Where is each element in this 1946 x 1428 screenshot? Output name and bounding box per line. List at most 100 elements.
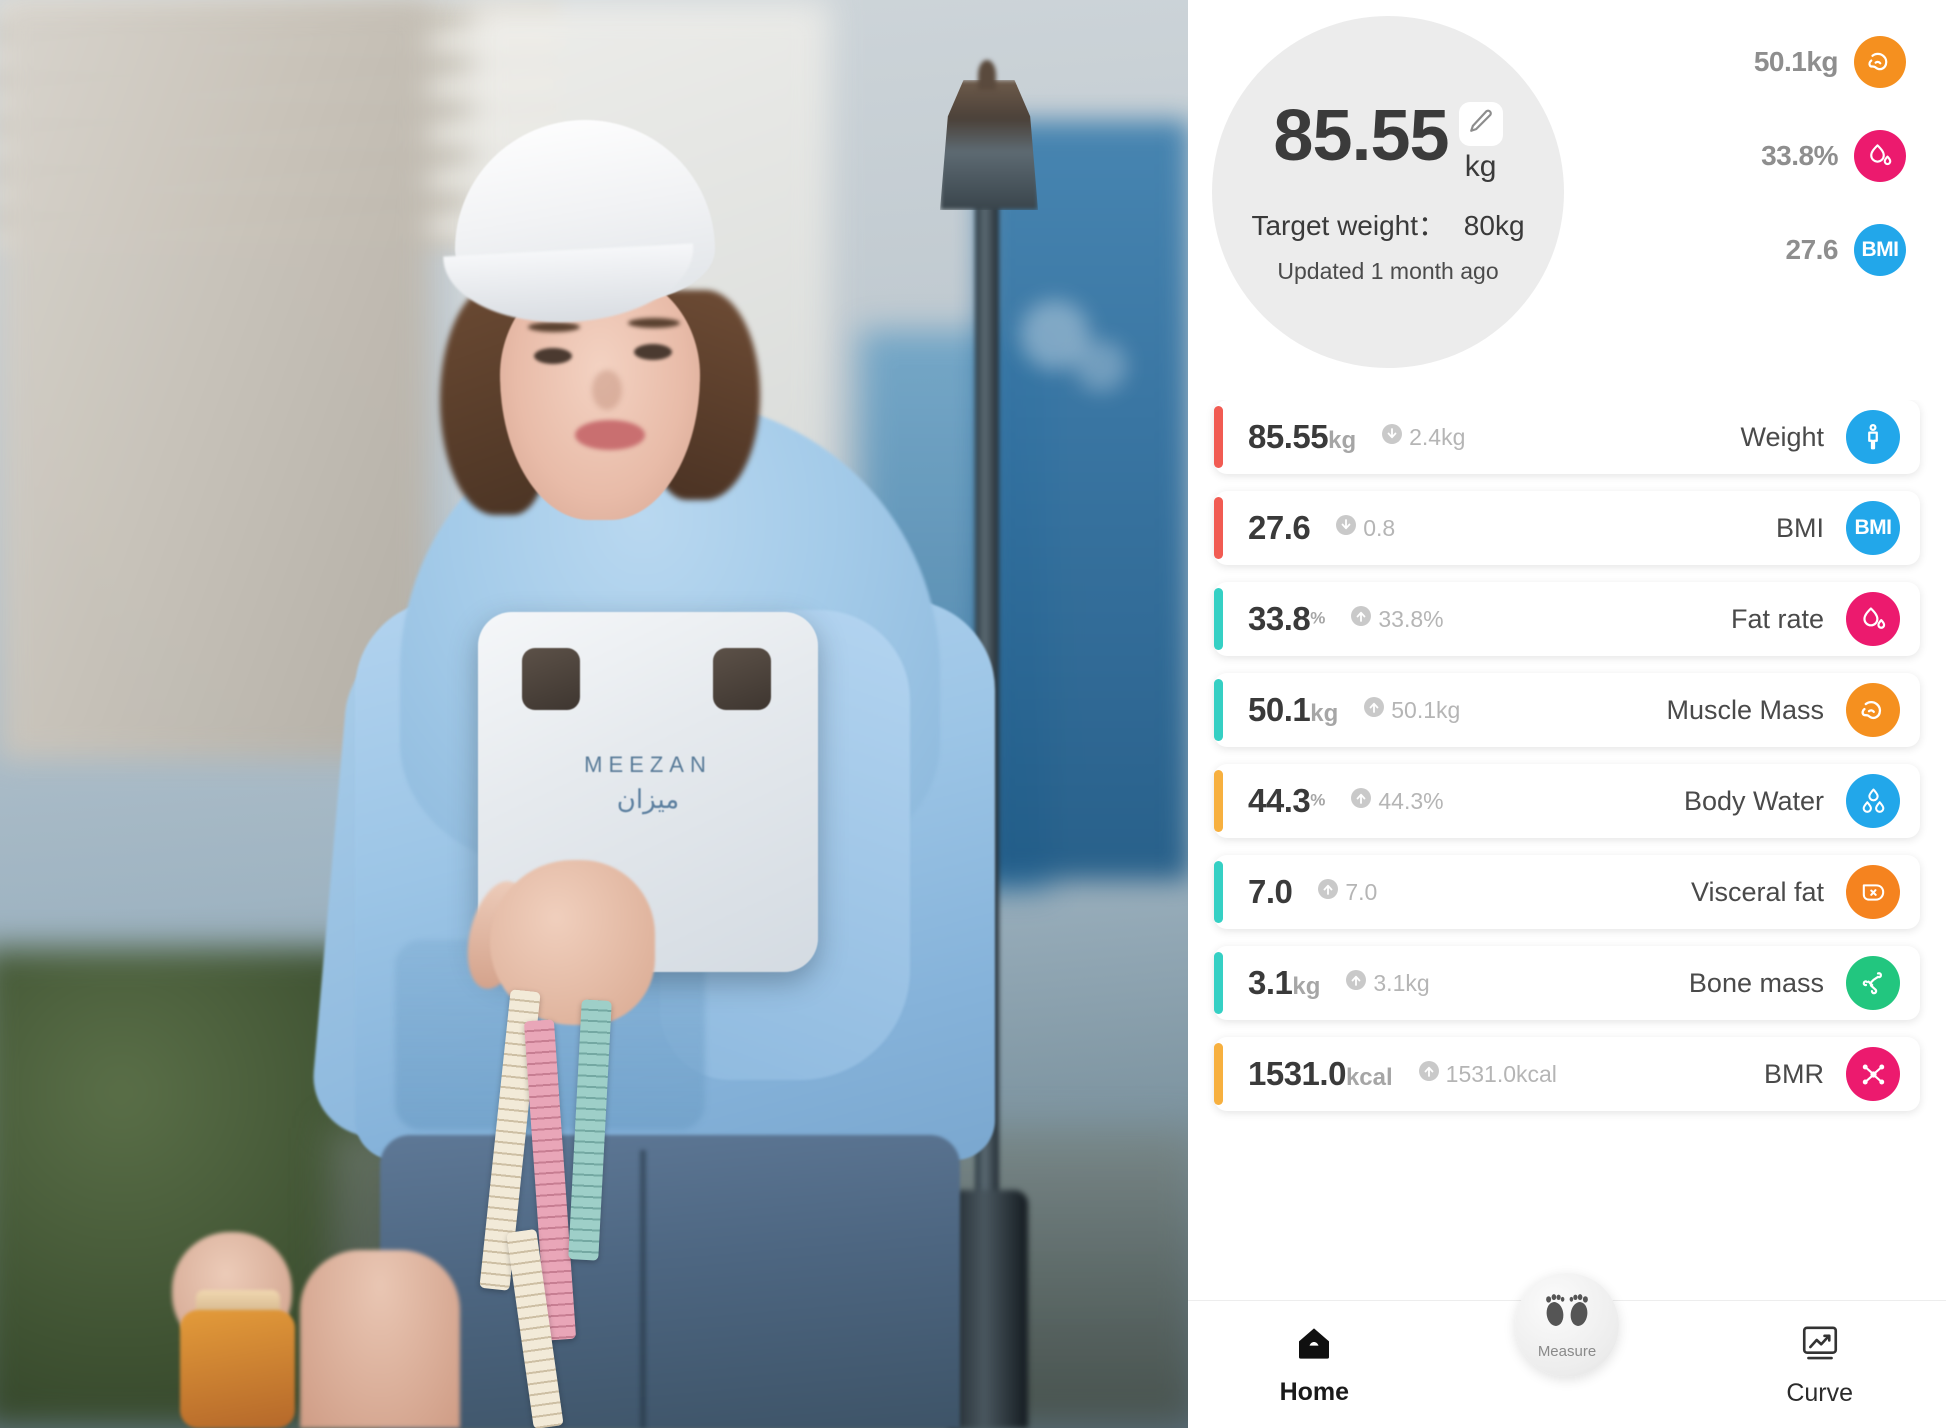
metric-delta-value: 50.1kg bbox=[1391, 696, 1461, 723]
metric-accent-bar bbox=[1214, 770, 1223, 832]
metric-delta-value: 7.0 bbox=[1345, 878, 1378, 905]
metric-value: 50.1 bbox=[1248, 691, 1311, 728]
edit-weight-button[interactable] bbox=[1458, 101, 1503, 146]
arrow-up-icon bbox=[1316, 877, 1340, 907]
metric-accent-bar bbox=[1214, 406, 1223, 468]
person-icon bbox=[1846, 410, 1900, 464]
metric-value-group: 7.0 bbox=[1248, 873, 1293, 911]
arrow-up-icon bbox=[1344, 968, 1368, 998]
metric-row-visceral-fat[interactable]: 7.0 7.0 Visceral fat bbox=[1214, 855, 1920, 929]
hero-section: 85.55 kg Target weight： 80kg Updated 1 m… bbox=[1188, 0, 1946, 400]
home-icon bbox=[1294, 1323, 1334, 1368]
metric-label: Visceral fat bbox=[1690, 876, 1824, 907]
photo-person-leg bbox=[300, 1250, 460, 1428]
arrow-up-icon bbox=[1349, 604, 1373, 634]
nav-item-home[interactable]: Home bbox=[1188, 1323, 1441, 1407]
metric-delta: 1531.0kcal bbox=[1417, 1059, 1557, 1089]
metric-accent-bar bbox=[1214, 588, 1223, 650]
metric-label: Bone mass bbox=[1688, 967, 1824, 998]
product-lifestyle-photo: MEEZAN ميزان bbox=[0, 0, 1188, 1428]
bone-skeleton-icon bbox=[1846, 956, 1900, 1010]
metric-label: Fat rate bbox=[1730, 603, 1824, 634]
arrow-up-icon bbox=[1417, 1059, 1441, 1089]
target-weight-value: 80kg bbox=[1463, 209, 1525, 241]
badge-fat-rate[interactable]: 33.8% bbox=[1754, 130, 1906, 182]
metric-delta: 33.8% bbox=[1349, 604, 1444, 634]
badge-bmi-value: 27.6 bbox=[1785, 234, 1839, 265]
metric-row-weight[interactable]: 85.55kg 2.4kg Weight bbox=[1214, 400, 1920, 474]
photo-person-brow-right bbox=[628, 318, 680, 328]
nav-label-home: Home bbox=[1279, 1377, 1350, 1406]
metric-accent-bar bbox=[1214, 679, 1223, 741]
metric-value: 1531.0 bbox=[1248, 1055, 1346, 1092]
metric-row-body-water[interactable]: 44.3% 44.3% Body Water bbox=[1214, 764, 1920, 838]
metric-delta: 0.8 bbox=[1334, 513, 1395, 543]
metric-row-muscle-mass[interactable]: 50.1kg 50.1kg Muscle Mass bbox=[1214, 673, 1920, 747]
arrow-down-icon bbox=[1380, 422, 1404, 452]
current-weight-value: 85.55 bbox=[1273, 95, 1449, 176]
photo-scale-electrode-right bbox=[713, 648, 771, 710]
metabolism-molecule-icon bbox=[1846, 1047, 1900, 1101]
metric-delta: 44.3% bbox=[1349, 786, 1444, 816]
arrow-up-icon bbox=[1349, 786, 1373, 816]
metric-unit: kg bbox=[1292, 973, 1321, 1000]
metric-delta-value: 44.3% bbox=[1378, 787, 1444, 814]
metric-unit: kcal bbox=[1345, 1064, 1393, 1091]
metric-accent-bar bbox=[1214, 497, 1223, 559]
photo-lamp-base bbox=[948, 1190, 1028, 1428]
muscle-icon bbox=[1854, 36, 1906, 88]
metric-value-group: 33.8% bbox=[1248, 600, 1325, 638]
metric-label: Body Water bbox=[1683, 785, 1824, 816]
measure-button[interactable]: Measure bbox=[1515, 1273, 1619, 1377]
metric-value: 33.8 bbox=[1248, 600, 1311, 637]
metric-value-group: 85.55kg bbox=[1248, 418, 1356, 456]
weight-unit-label: kg bbox=[1464, 149, 1497, 183]
metric-accent-bar bbox=[1214, 952, 1223, 1014]
metric-delta-value: 2.4kg bbox=[1409, 423, 1466, 450]
app-screen: MEEZAN ميزان 85.55 kg Target weight： 80k… bbox=[0, 0, 1946, 1428]
nav-item-curve[interactable]: Curve bbox=[1693, 1322, 1946, 1408]
metric-list: 85.55kg 2.4kg Weight 27.6 0.8 BMI BMI 33… bbox=[1188, 400, 1946, 1300]
photo-scale-electrode-left bbox=[522, 648, 580, 710]
metric-delta: 2.4kg bbox=[1380, 422, 1465, 452]
weight-side-column: kg bbox=[1458, 100, 1503, 183]
metric-delta: 7.0 bbox=[1316, 877, 1377, 907]
metric-label: BMI bbox=[1775, 512, 1824, 543]
metric-delta: 3.1kg bbox=[1344, 968, 1430, 998]
metric-unit: % bbox=[1310, 608, 1326, 628]
nav-label-curve: Curve bbox=[1786, 1378, 1854, 1407]
trend-chart-icon bbox=[1799, 1322, 1841, 1369]
metric-delta: 50.1kg bbox=[1362, 695, 1460, 725]
metric-value-group: 50.1kg bbox=[1248, 691, 1338, 729]
current-weight-card[interactable]: 85.55 kg Target weight： 80kg Updated 1 m… bbox=[1212, 16, 1564, 368]
metric-unit: kg bbox=[1328, 427, 1357, 454]
metric-value: 85.55 bbox=[1248, 418, 1329, 455]
badge-fat-rate-value: 33.8% bbox=[1761, 140, 1838, 171]
visceral-organ-icon bbox=[1846, 865, 1900, 919]
photo-person-eye-left bbox=[534, 348, 572, 364]
pencil-icon bbox=[1468, 108, 1494, 139]
metric-delta-value: 0.8 bbox=[1363, 514, 1396, 541]
badge-bmi[interactable]: 27.6 BMI bbox=[1754, 224, 1906, 276]
arrow-down-icon bbox=[1334, 513, 1358, 543]
bmi-icon-text: BMI bbox=[1861, 238, 1900, 261]
metric-delta-value: 1531.0kcal bbox=[1445, 1060, 1557, 1087]
photo-person-brow-left bbox=[528, 322, 580, 332]
weight-display-row: 85.55 kg bbox=[1273, 95, 1503, 183]
badge-muscle-mass[interactable]: 50.1kg bbox=[1754, 36, 1906, 88]
bottom-navigation: Home Curve Measure bbox=[1188, 1273, 1946, 1428]
metric-row-bone-mass[interactable]: 3.1kg 3.1kg Bone mass bbox=[1214, 946, 1920, 1020]
metric-value: 7.0 bbox=[1248, 873, 1293, 910]
measure-button-label: Measure bbox=[1537, 1343, 1597, 1360]
metric-value-group: 44.3% bbox=[1248, 782, 1325, 820]
photo-person-nose bbox=[592, 370, 622, 410]
footprints-icon bbox=[1539, 1290, 1595, 1341]
metric-row-fat-rate[interactable]: 33.8% 33.8% Fat rate bbox=[1214, 582, 1920, 656]
muscle-icon bbox=[1846, 683, 1900, 737]
target-weight-label: Target weight： bbox=[1251, 209, 1447, 241]
scale-brand-text: MEEZAN bbox=[584, 752, 712, 777]
metric-row-bmi[interactable]: 27.6 0.8 BMI BMI bbox=[1214, 491, 1920, 565]
scale-brand-text-arabic: ميزان bbox=[616, 784, 680, 814]
metric-row-bmr[interactable]: 1531.0kcal 1531.0kcal BMR bbox=[1214, 1037, 1920, 1111]
metric-value-group: 27.6 bbox=[1248, 509, 1311, 547]
